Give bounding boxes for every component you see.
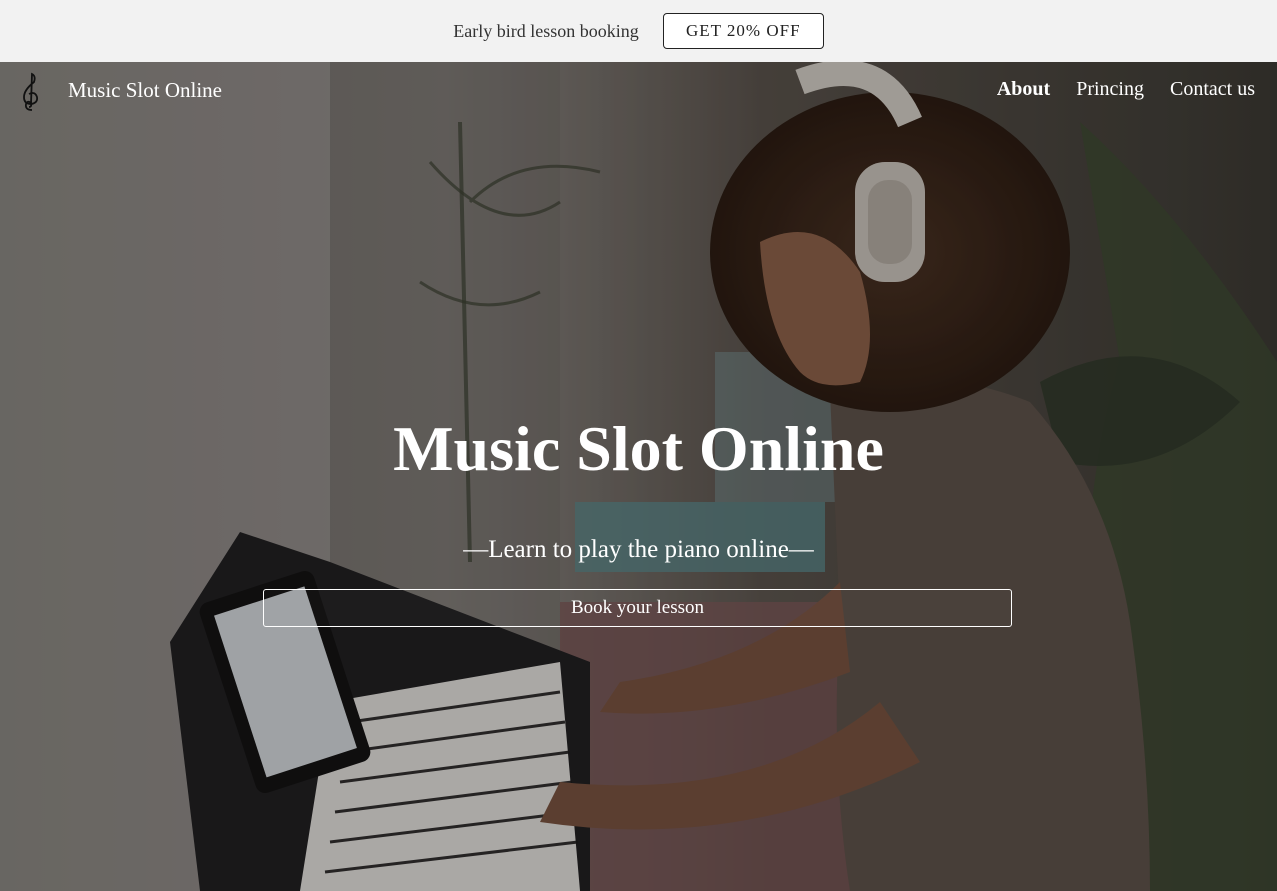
nav-links: About Princing Contact us xyxy=(997,78,1255,101)
top-navigation: Music Slot Online About Princing Contact… xyxy=(0,62,1277,118)
nav-link-contact[interactable]: Contact us xyxy=(1170,78,1255,101)
hero-section: Music Slot Online About Princing Contact… xyxy=(0,62,1277,891)
treble-clef-icon[interactable] xyxy=(20,70,42,112)
hero-subtitle: —Learn to play the piano online— xyxy=(463,536,814,563)
hero-title: Music Slot Online xyxy=(393,413,884,484)
book-lesson-button[interactable]: Book your lesson xyxy=(263,589,1012,627)
promo-discount-button[interactable]: GET 20% OFF xyxy=(662,13,824,49)
promo-text: Early bird lesson booking xyxy=(453,20,639,41)
nav-link-pricing[interactable]: Princing xyxy=(1076,78,1144,101)
promo-bar: Early bird lesson booking GET 20% OFF xyxy=(0,0,1277,62)
nav-link-about[interactable]: About xyxy=(997,78,1050,101)
brand-name[interactable]: Music Slot Online xyxy=(68,78,222,103)
